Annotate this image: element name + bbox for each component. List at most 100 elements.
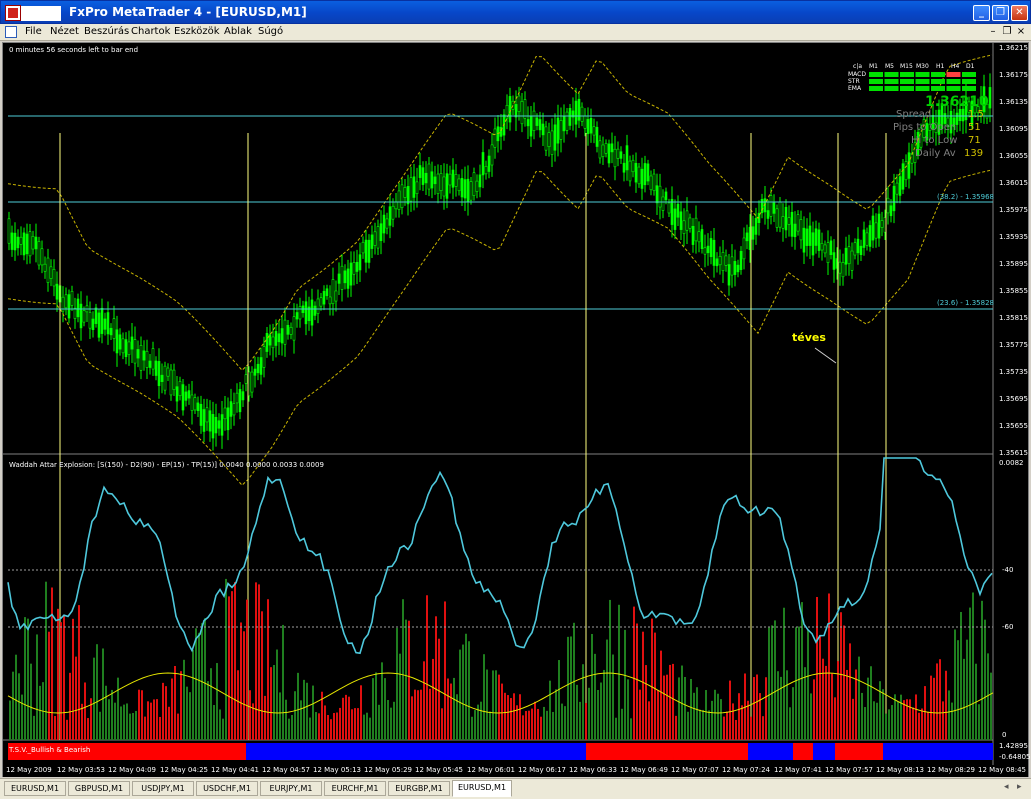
oscillator-bar [507, 695, 509, 740]
oscillator-bar [123, 704, 125, 740]
candle-body [457, 178, 461, 192]
chart-tab[interactable]: GBPUSD,M1 [68, 781, 130, 796]
time-label: 12 May 06:01 [467, 766, 516, 774]
tsv-segment [748, 743, 793, 760]
window-titlebar[interactable]: FxPro MetaTrader 4 - [EURUSD,M1] _ ❐ ✕ [0, 0, 1031, 24]
candle-body [511, 100, 515, 110]
candle-body [538, 119, 542, 131]
oscillator-bar [60, 622, 62, 740]
oscillator-bar [369, 717, 371, 740]
oscillator-bar [840, 612, 842, 740]
oscillator-bar [783, 607, 785, 740]
candle-body [319, 297, 323, 307]
candle-body [337, 273, 341, 284]
chart-annotation-text[interactable]: téves [792, 331, 826, 344]
trend-cell [962, 86, 976, 91]
candle-body [895, 182, 899, 195]
menu-file[interactable]: File [25, 26, 42, 37]
oscillator-bar [837, 661, 839, 740]
oscillator-bar [846, 669, 848, 740]
chart-window[interactable]: 0 minutes 56 seconds left to bar end Wad… [2, 42, 1030, 777]
tab-scroll-left-icon[interactable]: ◂ [1004, 782, 1009, 792]
tab-scroll-right-icon[interactable]: ▸ [1017, 782, 1022, 792]
candle-body [463, 179, 467, 199]
oscillator-header: Waddah Attar Explosion: [S(150) - D2(90)… [9, 461, 324, 469]
menu-tools[interactable]: Eszközök [174, 26, 220, 37]
oscillator-bar [834, 697, 836, 740]
candle-body [442, 176, 446, 197]
candle-body [874, 222, 878, 239]
oscillator-bar [27, 618, 29, 740]
candle-body [715, 258, 719, 267]
oscillator-bar [909, 699, 911, 740]
oscillator-bar [576, 684, 578, 740]
menu-charts[interactable]: Chartok [131, 26, 170, 37]
price-label: 1.35855 [999, 287, 1028, 295]
chart-tab[interactable]: EURCHF,M1 [324, 781, 386, 796]
candle-body [295, 312, 299, 320]
chart-tab-active[interactable]: EURUSD,M1 [452, 780, 512, 797]
oscillator-bar [81, 703, 83, 740]
candle-body [691, 225, 695, 245]
chart-document-icon[interactable] [5, 26, 17, 38]
candle-body [70, 291, 74, 306]
candle-body [451, 169, 455, 188]
oscillator-bar [522, 715, 524, 740]
oscillator-bar [957, 640, 959, 740]
chart-tab[interactable]: EURJPY,M1 [260, 781, 322, 796]
candle-body [595, 126, 599, 147]
close-button[interactable]: ✕ [1011, 5, 1028, 21]
oscillator-bar [930, 675, 932, 740]
oscillator-bar [114, 702, 116, 740]
oscillator-bar [882, 689, 884, 740]
candle-body [901, 163, 905, 190]
oscillator-bar [411, 696, 413, 740]
chart-tab[interactable]: EURUSD,M1 [4, 781, 66, 796]
oscillator-bar [288, 718, 290, 740]
chart-tab[interactable]: USDCHF,M1 [196, 781, 258, 796]
candle-body [565, 111, 569, 131]
candle-body [331, 279, 335, 305]
menu-help[interactable]: Súgó [258, 26, 283, 37]
candle-body [325, 288, 329, 297]
mdi-close-button[interactable]: × [1015, 25, 1027, 39]
oscillator-bar [342, 697, 344, 740]
candle-body [283, 319, 287, 345]
oscillator-bar [216, 663, 218, 740]
candle-body [733, 261, 737, 275]
menu-insert[interactable]: Beszúrás [84, 26, 129, 37]
candle-body [7, 218, 11, 244]
candle-body [277, 333, 281, 343]
bid-price: 1.36210 [925, 94, 989, 110]
candle-body [520, 101, 524, 125]
mdi-minimize-button[interactable]: – [987, 25, 999, 39]
candle-body [406, 186, 410, 205]
chart-tab[interactable]: USDJPY,M1 [132, 781, 194, 796]
maximize-button[interactable]: ❐ [992, 5, 1009, 21]
trend-cell [869, 72, 883, 77]
candle-body [673, 208, 677, 230]
price-chart-canvas[interactable] [3, 43, 1028, 776]
menu-window[interactable]: Ablak [224, 26, 252, 37]
oscillator-bar [807, 630, 809, 740]
oscillator-bar [591, 633, 593, 740]
candle-body [34, 236, 38, 250]
chart-tab[interactable]: EURGBP,M1 [388, 781, 450, 796]
oscillator-bar [939, 659, 941, 740]
time-label: 12 May 08:13 [876, 766, 925, 774]
app-icon[interactable] [5, 5, 21, 21]
candle-body [199, 403, 203, 426]
oscillator-bar [690, 678, 692, 740]
candle-body [160, 374, 164, 382]
oscillator-bar [189, 692, 191, 740]
oscillator-bar [453, 677, 455, 740]
oscillator-bar [387, 700, 389, 740]
candle-body [697, 231, 701, 243]
oscillator-bar [54, 716, 56, 740]
menu-view[interactable]: Nézet [50, 26, 79, 37]
minimize-button[interactable]: _ [973, 5, 990, 21]
oscillator-bar [900, 694, 902, 740]
mdi-restore-button[interactable]: ❐ [1001, 25, 1013, 39]
info-value: 139 [964, 148, 984, 159]
oscillator-bar [537, 708, 539, 740]
